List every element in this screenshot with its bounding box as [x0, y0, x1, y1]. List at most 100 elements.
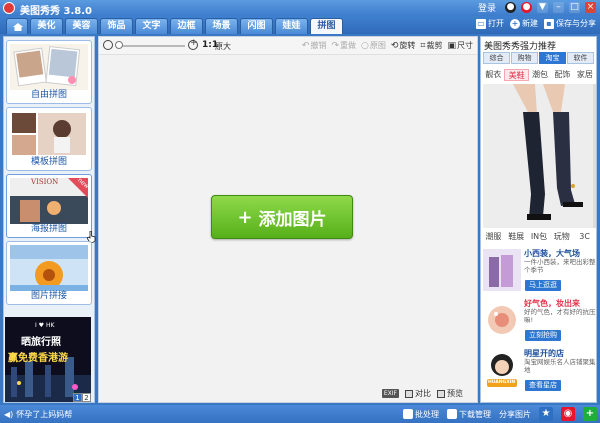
share-label: 分享图片	[499, 409, 531, 419]
free-collage-thumbnail	[10, 44, 88, 90]
shop-description: 好的气色，才有好的抗压嘛!	[524, 308, 596, 324]
shop-thumbnail[interactable]	[483, 249, 521, 291]
shop-item: HUANGXIN 明星开的店 淘宝网娱乐名人店铺聚集地 查看星店	[483, 347, 596, 395]
rotate-button[interactable]: ⟲ 旋转	[391, 40, 416, 51]
tab-text[interactable]: 文字	[135, 18, 168, 34]
cat-bags[interactable]: 潮包	[529, 69, 551, 81]
tab-doll[interactable]: 娃娃	[275, 18, 308, 34]
promo-product-image[interactable]	[483, 84, 595, 228]
minimize-icon[interactable]: –	[553, 2, 564, 13]
shop-description: 淘宝网娱乐名人店铺聚集地	[524, 358, 596, 374]
titlebar-controls: 登录 ● ● ▼ – □ ×	[478, 1, 596, 14]
cat-clothes[interactable]: 靓衣	[482, 69, 504, 81]
image-stitch-thumbnail	[10, 245, 88, 291]
view-stores-button[interactable]: 查看星店	[525, 380, 561, 391]
zoom-slider[interactable]	[117, 45, 185, 47]
shop-thumbnail[interactable]: HUANGXIN	[483, 349, 521, 391]
crop-label: 裁剪	[426, 41, 443, 50]
ad-page-2[interactable]: 2	[82, 393, 91, 402]
close-icon[interactable]: ×	[585, 2, 596, 13]
shop-thumbnail[interactable]	[483, 299, 521, 341]
plus-icon: +	[237, 206, 253, 228]
file-actions: ▭ 打开 + 新建 ▪ 保存与分享	[476, 18, 596, 29]
tab-border[interactable]: 边框	[170, 18, 203, 34]
zoom-slider-handle[interactable]	[115, 41, 123, 49]
menu-icon[interactable]: ▼	[537, 2, 548, 13]
tab-flash[interactable]: 闪图	[240, 18, 273, 34]
status-ad[interactable]: ◀) 怀孕了上妈妈帮	[4, 409, 72, 420]
weibo-icon[interactable]: ●	[521, 2, 532, 13]
resize-label: 尺寸	[457, 41, 473, 50]
redo-icon: ↷	[331, 40, 339, 51]
rec-tab-general[interactable]: 综合	[483, 52, 510, 64]
exif-button[interactable]: EXIF	[381, 389, 399, 398]
promo-scrollbar[interactable]	[593, 84, 596, 228]
cat-accessories[interactable]: 配饰	[551, 69, 573, 81]
promo-ad-banner[interactable]: I ♥ HK 晒旅行照 赢免费香港游 1 2	[5, 317, 91, 402]
rotate-icon: ⟲	[390, 40, 399, 51]
tab-beautify[interactable]: 美化	[30, 18, 63, 34]
tab-beauty[interactable]: 美容	[65, 18, 98, 34]
add-image-button[interactable]: + 添加图片	[211, 195, 353, 239]
zoom-in-icon[interactable]	[188, 38, 198, 50]
tab-scene[interactable]: 场景	[205, 18, 238, 34]
mode-label: 模板拼图	[30, 157, 67, 167]
mode-free-collage[interactable]: 自由拼图	[6, 40, 92, 104]
cat-trend[interactable]: 潮服	[482, 231, 505, 243]
preview-label: 预览	[447, 389, 463, 398]
share-image-button[interactable]: 分享图片	[499, 409, 531, 420]
undo-button[interactable]: ↶ 撤销	[302, 40, 327, 51]
home-tab[interactable]	[6, 18, 28, 34]
mode-image-stitch[interactable]: 图片拼接	[6, 241, 92, 305]
maximize-icon[interactable]: □	[569, 2, 580, 13]
mode-poster-collage[interactable]: VISION new 海报拼图	[6, 174, 96, 243]
add-icon[interactable]: +	[583, 407, 597, 421]
original-icon: ○	[361, 40, 369, 51]
shop-logo-text: HUANGXIN	[488, 380, 516, 385]
cat-home[interactable]: 家居	[574, 69, 596, 81]
buy-now-button[interactable]: 立刻抢购	[525, 330, 561, 341]
main-tabs: 美化 美容 饰品 文字 边框 场景 闪图 娃娃 拼图	[30, 18, 343, 34]
save-share-button[interactable]: ▪ 保存与分享	[544, 18, 596, 29]
batch-button[interactable]: 批处理	[403, 409, 439, 420]
original-button[interactable]: ○ 原图	[361, 40, 386, 51]
batch-label: 批处理	[415, 409, 439, 419]
cat-3c[interactable]: 3C	[573, 231, 596, 243]
home-icon	[13, 23, 23, 31]
resize-button[interactable]: ▣ 尺寸	[447, 40, 473, 51]
collage-mode-panel: 自由拼图 模板拼图 VISION new 海报拼图 图片拼接 I ♥ HK 晒旅…	[3, 36, 96, 403]
app-title: 美图秀秀 3.8.0	[20, 6, 92, 17]
zoom-original-label[interactable]: 原大	[215, 41, 231, 52]
rec-tab-shopping[interactable]: 购物	[511, 52, 538, 64]
cat-shoes[interactable]: 美鞋	[504, 69, 529, 81]
open-button[interactable]: ▭ 打开	[476, 18, 504, 29]
download-manager-button[interactable]: 下载管理	[447, 409, 491, 420]
ad-page-1[interactable]: 1	[73, 393, 82, 402]
new-button[interactable]: + 新建	[510, 18, 538, 29]
crop-button[interactable]: ⌗ 裁剪	[420, 40, 442, 51]
preview-button[interactable]: 预览	[437, 388, 463, 399]
star-icon[interactable]: ★	[539, 407, 553, 421]
shop-description: 一件小西装，来吧出彩整个季节	[524, 258, 596, 274]
mode-template-collage[interactable]: 模板拼图	[6, 107, 92, 171]
ad-pagination: 1 2	[73, 393, 91, 402]
cat-in-bags[interactable]: IN包	[528, 231, 551, 243]
weibo-share-icon[interactable]: ◉	[561, 407, 575, 421]
qq-icon[interactable]: ●	[505, 2, 516, 13]
login-link[interactable]: 登录	[478, 1, 496, 14]
compare-button[interactable]: 对比	[405, 388, 431, 399]
menu-bar: 美化 美容 饰品 文字 边框 场景 闪图 娃娃 拼图 ▭ 打开 + 新建 ▪ 保…	[0, 16, 600, 34]
status-actions: 批处理 下载管理 分享图片 ★ ◉ +	[403, 407, 597, 421]
zoom-out-icon[interactable]	[103, 40, 113, 50]
mode-label: 图片拼接	[30, 291, 67, 301]
visit-now-button[interactable]: 马上逛逛	[525, 280, 561, 291]
cat-shoe-show[interactable]: 鞋展	[505, 231, 528, 243]
tab-collage[interactable]: 拼图	[310, 18, 343, 34]
rec-tab-taobao[interactable]: 淘宝	[539, 52, 566, 64]
status-bar: ◀) 怀孕了上妈妈帮 批处理 下载管理 分享图片 ★ ◉ +	[0, 405, 600, 423]
rec-tab-software[interactable]: 软件	[567, 52, 594, 64]
cat-toys[interactable]: 玩物	[550, 231, 573, 243]
redo-button[interactable]: ↷ 重做	[331, 40, 356, 51]
undo-label: 撤销	[310, 41, 327, 50]
tab-decoration[interactable]: 饰品	[100, 18, 133, 34]
